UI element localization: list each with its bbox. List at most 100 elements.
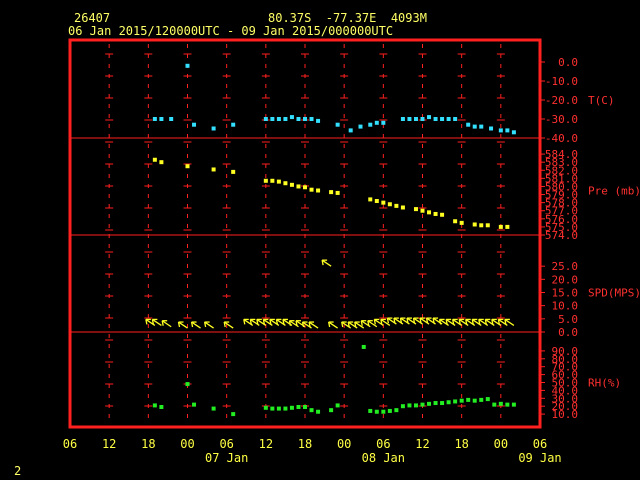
data-point: [479, 124, 484, 129]
data-point: [433, 211, 438, 216]
data-point: [289, 182, 294, 187]
y-tick-label: 15.0: [552, 287, 579, 300]
data-point: [270, 406, 275, 411]
wind-arrow: [177, 321, 188, 329]
data-point: [466, 122, 471, 127]
data-point: [400, 205, 405, 210]
data-point: [511, 402, 516, 407]
data-point: [296, 117, 301, 121]
data-point: [498, 401, 503, 406]
wind-arrow: [223, 321, 234, 329]
data-point: [374, 199, 379, 204]
wind-arrow: [161, 320, 172, 328]
data-point: [472, 222, 477, 227]
x-tick-label: 12: [259, 437, 273, 451]
data-point: [231, 412, 236, 417]
x-tick-label: 18: [141, 437, 155, 451]
data-point: [231, 169, 236, 174]
data-point: [446, 117, 451, 121]
y-tick-label: -20.0: [545, 94, 578, 107]
data-point: [433, 117, 438, 121]
data-point: [413, 207, 418, 212]
x-tick-label: 12: [415, 437, 429, 451]
data-point: [440, 212, 445, 217]
x-tick-label: 18: [298, 437, 312, 451]
panel-label: T(C): [588, 94, 615, 107]
data-point: [440, 401, 445, 406]
data-point: [453, 399, 458, 404]
data-point: [289, 115, 294, 120]
x-tick-label: 12: [102, 437, 116, 451]
data-point: [381, 120, 386, 125]
data-point: [387, 202, 392, 207]
data-point: [270, 117, 275, 121]
data-point: [374, 120, 379, 125]
data-point: [358, 124, 363, 129]
data-point: [303, 404, 307, 409]
data-point: [283, 406, 288, 411]
data-point: [420, 208, 425, 213]
data-point: [505, 224, 510, 229]
data-point: [505, 402, 510, 407]
x-tick-label: 00: [494, 437, 508, 451]
data-point: [489, 126, 494, 131]
data-point: [420, 117, 425, 121]
data-point: [185, 164, 190, 169]
data-point: [276, 406, 281, 411]
data-point: [407, 117, 412, 121]
data-point: [152, 403, 157, 408]
data-point: [505, 128, 510, 133]
data-point: [472, 124, 477, 129]
x-tick-label: 06: [219, 437, 233, 451]
corner-label: 2: [14, 464, 22, 478]
wind-arrow-stroke: [178, 321, 188, 329]
y-tick-label: 20.0: [552, 273, 579, 286]
data-point: [433, 401, 438, 406]
data-point: [335, 190, 340, 195]
data-point: [511, 130, 516, 135]
data-point: [413, 117, 418, 121]
data-point: [270, 178, 275, 183]
data-point: [387, 408, 392, 413]
data-point: [263, 117, 268, 121]
data-point: [296, 404, 301, 409]
wind-arrow-stroke: [223, 321, 234, 329]
data-point: [485, 223, 490, 228]
data-point: [169, 117, 174, 121]
data-point: [303, 185, 307, 190]
data-point: [368, 197, 373, 202]
data-point: [192, 402, 197, 407]
wind-arrow-stroke: [161, 320, 172, 328]
panel-label: Pre (mb): [588, 185, 640, 198]
data-point: [296, 184, 301, 189]
x-tick-label: 06: [533, 437, 547, 451]
data-point: [276, 117, 281, 121]
data-point: [381, 200, 386, 205]
data-point: [283, 117, 288, 121]
data-point: [152, 117, 157, 121]
data-point: [159, 404, 164, 409]
data-point: [185, 382, 190, 387]
data-point: [152, 157, 157, 162]
data-point: [316, 409, 321, 414]
x-tick-label: 06: [63, 437, 77, 451]
data-point: [400, 117, 405, 121]
data-point: [485, 397, 490, 402]
data-point: [400, 404, 405, 409]
wind-arrow-stroke: [328, 321, 338, 329]
x-tick-label: 00: [337, 437, 351, 451]
data-point: [211, 406, 216, 411]
y-tick-label: 5.0: [558, 313, 578, 326]
data-point: [276, 179, 281, 184]
data-point: [211, 167, 216, 172]
data-point: [479, 397, 484, 402]
wind-arrow: [190, 321, 201, 329]
data-point: [316, 118, 321, 123]
panel-label: SPD(MPS): [588, 287, 640, 300]
data-point: [453, 219, 458, 224]
data-point: [446, 400, 451, 405]
wind-arrow-stroke: [321, 259, 332, 267]
data-point: [492, 402, 497, 407]
data-point: [407, 403, 412, 408]
data-point: [479, 223, 484, 228]
